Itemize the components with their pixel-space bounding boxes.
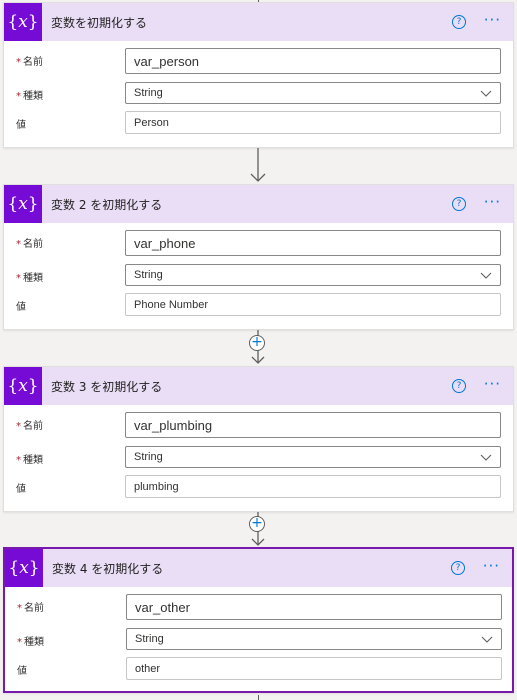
card-title: 変数を初期化する [51, 16, 148, 30]
help-icon[interactable]: ? [452, 379, 466, 393]
required-mark: * [16, 455, 21, 466]
required-mark: * [17, 637, 22, 648]
chevron-down-icon [480, 90, 492, 97]
help-icon[interactable]: ? [452, 197, 466, 211]
name-label: * 名前 [16, 57, 43, 68]
card-header[interactable]: {x} 変数を初期化する ? ··· [4, 3, 513, 41]
variable-icon: {x} [4, 185, 42, 223]
name-label: * 名前 [16, 239, 43, 250]
more-options-icon[interactable]: ··· [484, 193, 501, 211]
variable-icon: {x} [5, 549, 43, 587]
name-input[interactable] [125, 48, 501, 74]
value-label: 値 [16, 120, 26, 131]
chevron-down-icon [480, 272, 492, 279]
required-mark: * [16, 273, 21, 284]
card-header[interactable]: {x} 変数 3 を初期化する ? ··· [4, 367, 513, 405]
value-label: 値 [17, 666, 27, 677]
more-options-icon[interactable]: ··· [483, 557, 500, 575]
required-mark: * [16, 91, 21, 102]
type-label: * 種類 [16, 91, 43, 102]
insert-step-button[interactable]: + [249, 335, 265, 351]
chevron-down-icon [481, 636, 493, 643]
value-input[interactable] [125, 293, 501, 316]
type-select[interactable]: String [125, 82, 501, 104]
card-title: 変数 2 を初期化する [51, 198, 163, 212]
card-header[interactable]: {x} 変数 2 を初期化する ? ··· [4, 185, 513, 223]
action-card-initialize-variable-1[interactable]: {x} 変数を初期化する ? ··· *名前 *種類 String 値 [3, 2, 514, 148]
name-input[interactable] [125, 230, 501, 256]
help-icon[interactable]: ? [452, 15, 466, 29]
variable-icon: {x} [4, 3, 42, 41]
type-select-value: String [134, 87, 163, 99]
value-label: 値 [16, 302, 26, 313]
type-select-value: String [135, 633, 164, 645]
more-options-icon[interactable]: ··· [484, 375, 501, 393]
type-label: * 種類 [16, 455, 43, 466]
value-input[interactable] [126, 657, 502, 680]
type-label: * 種類 [16, 273, 43, 284]
insert-step-button[interactable]: + [249, 516, 265, 532]
name-input[interactable] [125, 412, 501, 438]
flow-designer-canvas: {x} 変数を初期化する ? ··· *名前 *種類 String 値 {x} … [0, 0, 517, 700]
required-mark: * [16, 239, 21, 250]
card-title: 変数 3 を初期化する [51, 380, 163, 394]
name-input[interactable] [126, 594, 502, 620]
value-input[interactable] [125, 475, 501, 498]
required-mark: * [16, 421, 21, 432]
type-label: * 種類 [17, 637, 44, 648]
type-select[interactable]: String [126, 628, 502, 650]
type-select-value: String [134, 269, 163, 281]
required-mark: * [16, 57, 21, 68]
card-title: 変数 4 を初期化する [52, 562, 164, 576]
name-label: * 名前 [17, 603, 44, 614]
chevron-down-icon [480, 454, 492, 461]
type-select-value: String [134, 451, 163, 463]
type-select[interactable]: String [125, 446, 501, 468]
card-header[interactable]: {x} 変数 4 を初期化する ? ··· [5, 549, 512, 587]
value-label: 値 [16, 484, 26, 495]
action-card-initialize-variable-3[interactable]: {x} 変数 3 を初期化する ? ··· *名前 *種類 String 値 [3, 366, 514, 512]
name-label: * 名前 [16, 421, 43, 432]
type-select[interactable]: String [125, 264, 501, 286]
value-input[interactable] [125, 111, 501, 134]
connector-line [258, 695, 259, 700]
variable-icon: {x} [4, 367, 42, 405]
more-options-icon[interactable]: ··· [484, 11, 501, 29]
help-icon[interactable]: ? [451, 561, 465, 575]
required-mark: * [17, 603, 22, 614]
action-card-initialize-variable-2[interactable]: {x} 変数 2 を初期化する ? ··· *名前 *種類 String 値 [3, 184, 514, 330]
arrow-down-icon [250, 148, 266, 182]
action-card-initialize-variable-4[interactable]: {x} 変数 4 を初期化する ? ··· *名前 *種類 String 値 [3, 547, 514, 693]
